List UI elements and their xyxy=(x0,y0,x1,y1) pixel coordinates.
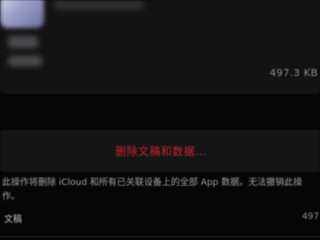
blurred-app-title xyxy=(54,0,144,10)
row-separator xyxy=(0,236,320,237)
delete-warning-text: 此操作将删除 iCloud 和所有已关联设备上的全部 App 数据。无法撤销此操… xyxy=(2,178,303,202)
documents-size: 497. xyxy=(301,212,320,222)
app-storage-size: 497.3 KB xyxy=(269,68,318,79)
app-info-card xyxy=(0,0,320,94)
blurred-app-name xyxy=(8,36,38,48)
documents-label: 文稿 xyxy=(4,215,23,225)
delete-documents-and-data-label: 删除文稿和数据... xyxy=(115,145,207,158)
app-icon xyxy=(0,0,44,28)
documents-row[interactable]: 文稿 497. xyxy=(2,212,320,226)
blurred-app-detail xyxy=(8,56,42,66)
delete-documents-and-data-button[interactable]: 删除文稿和数据... xyxy=(0,130,320,172)
icloud-app-storage-screen: 497.3 KB 删除文稿和数据... 此操作将删除 iCloud 和所有已关联… xyxy=(0,0,320,240)
